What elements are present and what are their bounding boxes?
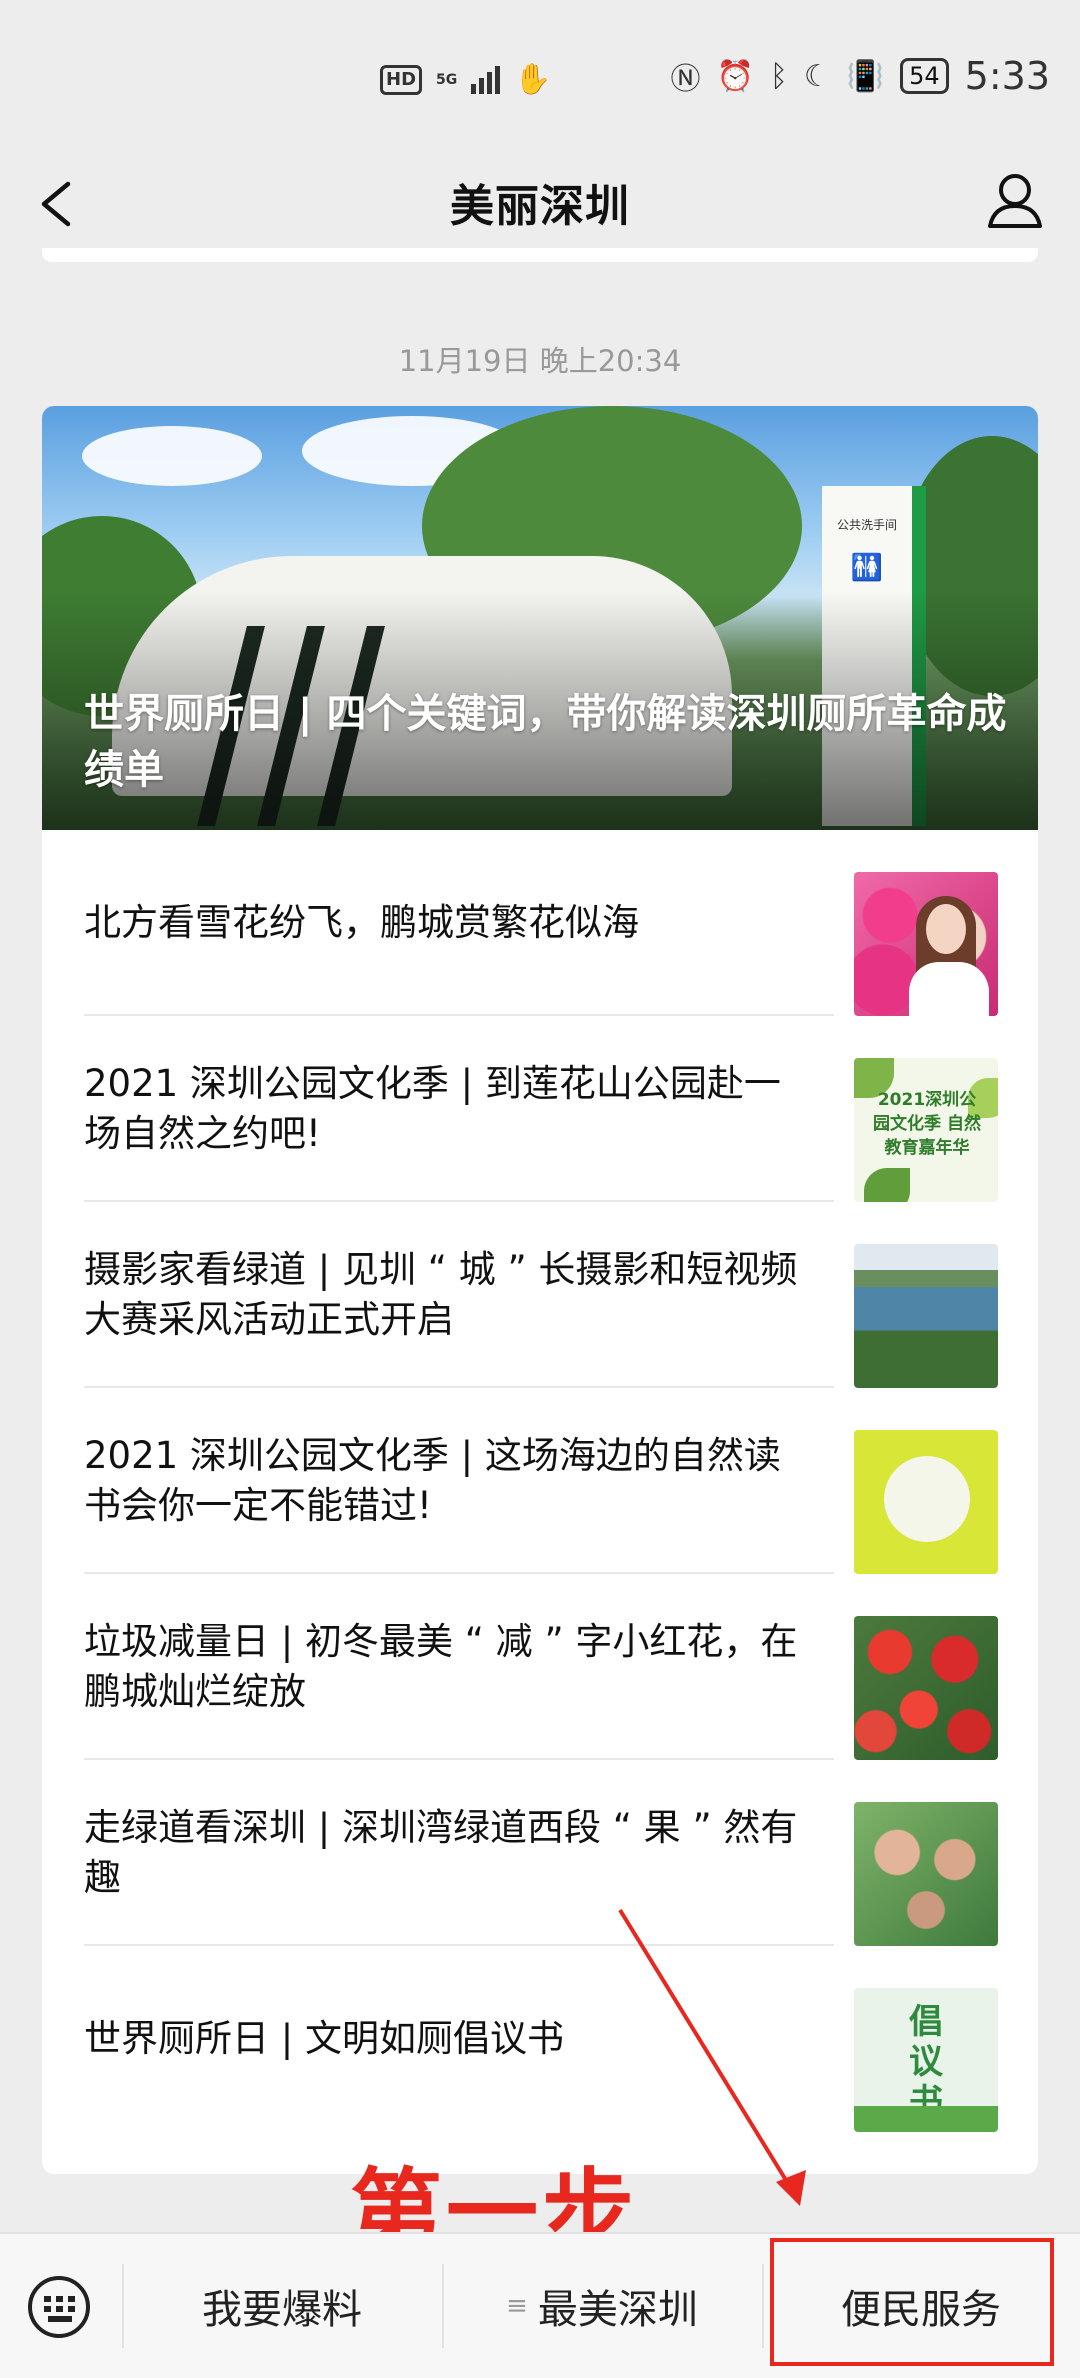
article-title: 2021 深圳公园文化季 | 这场海边的自然读书会你一定不能错过! xyxy=(84,1434,781,1527)
menu-item-report[interactable]: 我要爆料 xyxy=(122,2234,442,2378)
article-item[interactable]: 摄影家看绿道 | 见圳 “ 城 ” 长摄影和短视频大赛采风活动正式开启 xyxy=(42,1202,1038,1388)
menu-divider xyxy=(762,2264,764,2348)
cover-article[interactable]: 公共洗手间 🚻 世界厕所日 | 四个关键词，带你解读深圳厕所革命成绩单 xyxy=(42,406,1038,830)
battery-indicator: 54 xyxy=(900,58,949,94)
poster-text: 倡议书 xyxy=(909,2002,943,2122)
cover-title: 世界厕所日 | 四个关键词，带你解读深圳厕所革命成绩单 xyxy=(84,691,1007,793)
profile-button[interactable] xyxy=(980,160,1050,240)
alarm-icon: ⏰ xyxy=(716,58,754,94)
illustration-circle xyxy=(884,1456,970,1542)
article-thumbnail xyxy=(854,1616,998,1760)
article-thumbnail: 倡议书 xyxy=(854,1988,998,2132)
article-title: 2021 深圳公园文化季 | 到莲花山公园赴一场自然之约吧! xyxy=(84,1062,781,1155)
article-title: 垃圾减量日 | 初冬最美 “ 减 ” 字小红花，在鹏城灿烂绽放 xyxy=(84,1620,798,1713)
network-type: 5G xyxy=(436,71,458,88)
status-right: Ⓝ ⏰ ᛒ ☾ 📳 54 5:33 xyxy=(670,54,1050,98)
article-thumbnail xyxy=(854,1430,998,1574)
menu-item-beautiful-shenzhen[interactable]: ≡ 最美深圳 xyxy=(442,2234,762,2378)
face-shape xyxy=(926,904,966,954)
article-title: 走绿道看深圳 | 深圳湾绿道西段 “ 果 ” 然有趣 xyxy=(84,1806,798,1899)
menu-divider xyxy=(442,2264,444,2348)
page-title: 美丽深圳 xyxy=(450,181,630,232)
article-item[interactable]: 2021 深圳公园文化季 | 这场海边的自然读书会你一定不能错过! xyxy=(42,1388,1038,1574)
submenu-icon: ≡ xyxy=(506,2291,528,2321)
article-item[interactable]: 世界厕所日 | 文明如厕倡议书 倡议书 xyxy=(42,1946,1038,2132)
article-item[interactable]: 北方看雪花纷飞，鹏城赏繁花似海 xyxy=(42,830,1038,1016)
status-left: HD 5G ✋ xyxy=(380,62,552,97)
article-thumbnail xyxy=(854,1802,998,1946)
menu-label: 我要爆料 xyxy=(202,2287,362,2333)
previous-card-edge xyxy=(42,248,1038,262)
status-bar: HD 5G ✋ Ⓝ ⏰ ᛒ ☾ 📳 54 5:33 xyxy=(0,0,1080,150)
shirt-shape xyxy=(909,962,989,1016)
article-title: 北方看雪花纷飞，鹏城赏繁花似海 xyxy=(84,901,639,944)
article-thumbnail: 2021深圳公园文化季 自然教育嘉年华 xyxy=(854,1058,998,1202)
menu-label: 最美深圳 xyxy=(537,2287,698,2333)
hd-icon: HD xyxy=(380,64,423,95)
cloud-shape xyxy=(82,426,262,486)
article-card: 公共洗手间 🚻 世界厕所日 | 四个关键词，带你解读深圳厕所革命成绩单 北方看雪… xyxy=(42,406,1038,2174)
message-timestamp: 11月19日 晚上20:34 xyxy=(398,344,682,378)
bluetooth-icon: ᛒ xyxy=(769,58,788,94)
vibrate-icon: 📳 xyxy=(846,58,885,94)
article-item[interactable]: 2021 深圳公园文化季 | 到莲花山公园赴一场自然之约吧! 2021深圳公园文… xyxy=(42,1016,1038,1202)
grass-shape xyxy=(854,2106,998,2132)
menu-divider xyxy=(122,2264,124,2348)
signal-icon xyxy=(471,65,501,94)
moon-icon: ☾ xyxy=(803,58,831,94)
poster-text: 2021深圳公园文化季 自然教育嘉年华 xyxy=(873,1090,981,1158)
hand-icon: ✋ xyxy=(514,62,552,97)
article-title: 摄影家看绿道 | 见圳 “ 城 ” 长摄影和短视频大赛采风活动正式开启 xyxy=(84,1248,798,1341)
article-thumbnail xyxy=(854,1244,998,1388)
keyboard-toggle-button[interactable] xyxy=(28,2276,90,2338)
clock: 5:33 xyxy=(964,54,1050,98)
leaf-shape xyxy=(864,1168,910,1202)
highlight-box xyxy=(770,2238,1054,2366)
article-item[interactable]: 走绿道看深圳 | 深圳湾绿道西段 “ 果 ” 然有趣 xyxy=(42,1760,1038,1946)
toilet-icon: 🚻 xyxy=(850,553,884,583)
user-icon xyxy=(988,174,1042,228)
nfc-icon: Ⓝ xyxy=(670,62,701,97)
article-thumbnail xyxy=(854,872,998,1016)
sign-text: 公共洗手间 xyxy=(836,518,897,532)
nav-bar: 美丽深圳 xyxy=(0,150,1080,260)
article-item[interactable]: 垃圾减量日 | 初冬最美 “ 减 ” 字小红花，在鹏城灿烂绽放 xyxy=(42,1574,1038,1760)
